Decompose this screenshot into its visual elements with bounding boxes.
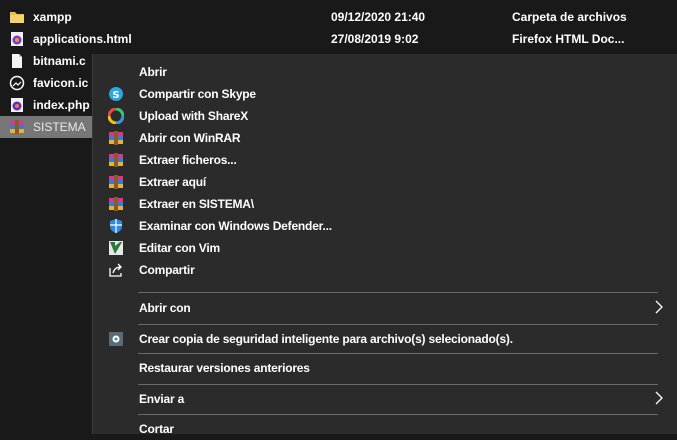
php-file-icon (11, 98, 23, 112)
winrar-icon (109, 153, 123, 167)
menu-item-label: Compartir (139, 263, 195, 277)
menu-item-winrar-open[interactable]: Abrir con WinRAR (93, 127, 677, 149)
file-name: applications.html (33, 32, 132, 46)
menu-item-label: Compartir con Skype (139, 87, 256, 101)
menu-item-label: Abrir con (139, 301, 191, 315)
menu-item-defender[interactable]: Examinar con Windows Defender... (93, 215, 677, 237)
file-date: 27/08/2019 9:02 (331, 32, 419, 46)
file-name: SISTEMA (33, 120, 86, 134)
menu-separator (138, 324, 658, 325)
file-icon (12, 54, 22, 68)
context-menu: Abrir S Compartir con Skype Upload with … (92, 54, 677, 436)
chevron-right-icon (655, 300, 663, 314)
menu-item-restore[interactable]: Restaurar versiones anteriores (93, 357, 677, 379)
menu-item-label: Examinar con Windows Defender... (139, 219, 332, 233)
windows-defender-icon (110, 219, 122, 233)
image-icon (9, 75, 25, 91)
file-name: xampp (33, 10, 72, 24)
menu-item-vim[interactable]: Editar con Vim (93, 237, 677, 259)
chevron-right-icon (655, 391, 663, 405)
menu-item-label: Extraer ficheros... (139, 153, 237, 167)
file-date: 09/12/2020 21:40 (331, 10, 426, 24)
file-row-applications[interactable]: applications.html 27/08/2019 9:02 Firefo… (0, 28, 677, 50)
menu-item-send-to[interactable]: Enviar a (93, 388, 677, 410)
skype-icon: S (109, 87, 123, 101)
menu-separator (138, 384, 658, 385)
menu-item-open-with[interactable]: Abrir con (93, 297, 677, 319)
file-name: favicon.ic (33, 76, 89, 90)
menu-item-label: Abrir con WinRAR (139, 131, 241, 145)
svg-text:S: S (112, 90, 119, 101)
winrar-archive-icon (10, 120, 24, 134)
menu-item-backup[interactable]: Crear copia de seguridad inteligente par… (93, 328, 677, 350)
menu-item-label: Upload with ShareX (139, 109, 249, 123)
backup-icon (109, 332, 123, 346)
menu-item-sharex[interactable]: Upload with ShareX (93, 105, 677, 127)
file-type: Firefox HTML Doc... (512, 32, 625, 46)
folder-icon (10, 12, 24, 23)
file-name: index.php (33, 98, 90, 112)
menu-item-label: Extraer en SISTEMA\ (139, 197, 254, 211)
winrar-icon (109, 175, 123, 189)
menu-item-label: Editar con Vim (139, 241, 221, 255)
menu-item-label: Cortar (139, 422, 174, 436)
menu-item-extract-files[interactable]: Extraer ficheros... (93, 149, 677, 171)
menu-separator (138, 353, 658, 354)
menu-item-extract-here[interactable]: Extraer aquí (93, 171, 677, 193)
share-icon (109, 263, 122, 277)
menu-separator (138, 414, 658, 415)
menu-item-share[interactable]: Compartir (93, 259, 677, 281)
menu-item-cut[interactable]: Cortar (93, 418, 677, 440)
file-row-xampp[interactable]: xampp 09/12/2020 21:40 Carpeta de archiv… (0, 6, 677, 28)
menu-item-label: Crear copia de seguridad inteligente par… (139, 332, 513, 346)
menu-item-label: Abrir (139, 65, 167, 79)
menu-item-label: Extraer aquí (139, 175, 206, 189)
menu-item-abrir[interactable]: Abrir (93, 61, 677, 83)
menu-separator (138, 292, 658, 293)
winrar-icon (109, 197, 123, 211)
menu-item-label: Restaurar versiones anteriores (139, 361, 310, 375)
vim-icon (109, 241, 123, 255)
file-name: bitnami.c (33, 54, 86, 68)
firefox-document-icon (11, 32, 23, 46)
menu-item-skype[interactable]: S Compartir con Skype (93, 83, 677, 105)
menu-item-extract-to[interactable]: Extraer en SISTEMA\ (93, 193, 677, 215)
file-type: Carpeta de archivos (512, 10, 627, 24)
menu-item-label: Enviar a (139, 392, 185, 406)
sharex-icon (108, 108, 124, 124)
winrar-icon (109, 131, 123, 145)
